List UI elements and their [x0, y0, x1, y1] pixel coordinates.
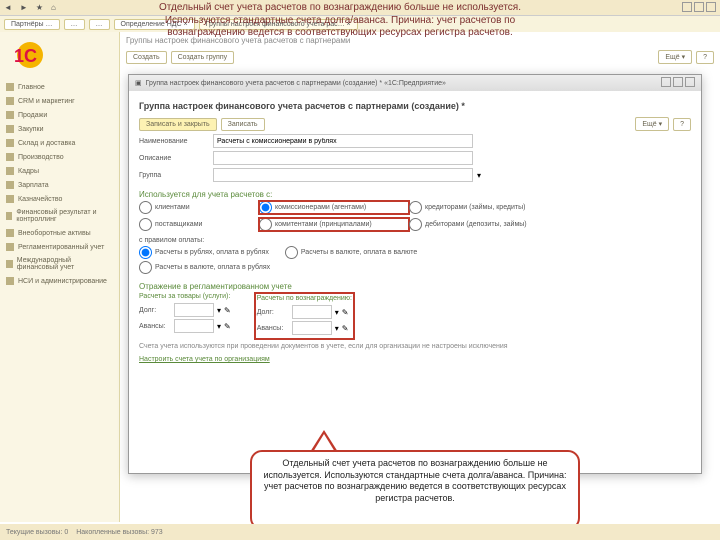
col-goods-header: Расчеты за товары (услуги): — [139, 293, 231, 300]
nav-regulated[interactable]: Регламентированный учет — [0, 240, 119, 254]
accounts-fee-col: Расчеты по вознаграждению: Долг:▾✎ Аванс… — [255, 293, 354, 339]
picker-icon[interactable]: ▾ — [217, 322, 221, 331]
history-back-icon[interactable]: ◄ — [4, 3, 12, 12]
dialog-help-button[interactable]: ? — [673, 118, 691, 131]
create-group-button[interactable]: Создать группу — [171, 51, 235, 64]
picker-icon[interactable]: ▾ — [217, 306, 221, 315]
goods-advance-input[interactable] — [174, 319, 214, 333]
open-icon[interactable]: ✎ — [224, 306, 231, 315]
name-input[interactable] — [213, 134, 473, 148]
dialog-titlebar: ▣ Группа настроек финансового учета расч… — [129, 75, 701, 91]
label-desc: Описание — [139, 155, 209, 162]
window-controls[interactable] — [680, 2, 716, 14]
nav-finresult[interactable]: Финансовый результат и контроллинг — [0, 206, 119, 226]
pay-val-rub[interactable]: Расчеты в валюте, оплата в рублях — [139, 261, 270, 274]
status-current-calls: Текущие вызовы: 0 — [6, 529, 68, 536]
create-button[interactable]: Создать — [126, 51, 167, 64]
pay-val-val[interactable]: Расчеты в валюте, оплата в валюте — [285, 246, 417, 259]
desc-input[interactable] — [213, 151, 473, 165]
nav-admin[interactable]: НСИ и администрирование — [0, 274, 119, 288]
tab-2[interactable]: … — [64, 19, 85, 30]
opt-clients[interactable]: клиентами — [139, 201, 259, 214]
svg-text:1С: 1С — [14, 46, 37, 66]
more-button[interactable]: Ещё ▾ — [658, 50, 692, 64]
group-input[interactable] — [213, 168, 473, 182]
app-icon: ▣ — [135, 79, 142, 87]
status-accum-calls: Накопленные вызовы: 973 — [76, 529, 162, 536]
history-fwd-icon[interactable]: ► — [20, 3, 28, 12]
tab-3[interactable]: … — [89, 19, 110, 30]
content-area: Группы настроек финансового учета расчет… — [120, 32, 720, 522]
link-org-accounts[interactable]: Настроить счета учета по организациям — [139, 356, 270, 363]
nav-ifrs[interactable]: Международный финансовый учет — [0, 254, 119, 274]
left-sidebar: 1С Главное CRM и маркетинг Продажи Закуп… — [0, 32, 120, 522]
nav-sales[interactable]: Продажи — [0, 108, 119, 122]
save-close-button[interactable]: Записать и закрыть — [139, 118, 217, 131]
open-icon[interactable]: ✎ — [224, 322, 231, 331]
status-bar: Текущие вызовы: 0 Накопленные вызовы: 97… — [0, 524, 720, 540]
open-icon[interactable]: ✎ — [342, 324, 349, 333]
nav-production[interactable]: Производство — [0, 150, 119, 164]
logo-1c: 1С — [6, 38, 51, 72]
section-used-for: Используется для учета расчетов с: — [139, 190, 691, 199]
slide-title-overlay: Отдельный счет учета расчетов по вознагр… — [130, 2, 550, 40]
accounts-hint: Счета учета используются при проведении … — [139, 343, 691, 350]
save-button[interactable]: Записать — [221, 118, 265, 131]
list-toolbar: Создать Создать группу Ещё ▾ ? — [126, 47, 714, 67]
accounts-goods-col: Расчеты за товары (услуги): Долг:▾✎ Аван… — [139, 293, 231, 339]
nav-purchases[interactable]: Закупки — [0, 122, 119, 136]
help-button[interactable]: ? — [696, 51, 714, 64]
label-name: Наименование — [139, 138, 209, 145]
edit-dialog: ▣ Группа настроек финансового учета расч… — [128, 74, 702, 474]
dialog-title-text: Группа настроек финансового учета расчет… — [146, 80, 446, 87]
opt-commission[interactable]: комиссионерами (агентами) — [259, 201, 409, 214]
nav-hr[interactable]: Кадры — [0, 164, 119, 178]
section-reg-acct: Отражение в регламентированном учете — [139, 282, 691, 291]
opt-principals[interactable]: комитентами (принципалами) — [259, 218, 409, 231]
opt-creditors[interactable]: кредиторами (займы, кредиты) — [409, 201, 569, 214]
group-picker-icon[interactable]: ▾ — [477, 171, 481, 180]
fee-advance-input[interactable] — [292, 321, 332, 335]
dialog-heading: Группа настроек финансового учета расчет… — [139, 101, 691, 111]
col-fee-header: Расчеты по вознаграждению: — [257, 295, 352, 302]
picker-icon[interactable]: ▾ — [335, 308, 339, 317]
opt-suppliers[interactable]: поставщиками — [139, 218, 259, 231]
nav-fixed-assets[interactable]: Внеоборотные активы — [0, 226, 119, 240]
fee-debt-input[interactable] — [292, 305, 332, 319]
nav-crm[interactable]: CRM и маркетинг — [0, 94, 119, 108]
used-for-grid: клиентами комиссионерами (агентами) кред… — [139, 201, 691, 231]
opt-debtors[interactable]: дебиторами (депозиты, займы) — [409, 218, 569, 231]
nav-salary[interactable]: Зарплата — [0, 178, 119, 192]
nav-treasury[interactable]: Казначейство — [0, 192, 119, 206]
star-icon[interactable]: ★ — [36, 3, 43, 12]
nav-warehouse[interactable]: Склад и доставка — [0, 136, 119, 150]
home-icon[interactable]: ⌂ — [51, 3, 56, 12]
dialog-more-button[interactable]: Ещё ▾ — [635, 117, 669, 131]
nav-main[interactable]: Главное — [0, 80, 119, 94]
pay-rules-label: с правилом оплаты: — [139, 237, 691, 244]
goods-debt-input[interactable] — [174, 303, 214, 317]
picker-icon[interactable]: ▾ — [335, 324, 339, 333]
tab-partners[interactable]: Партнёры … — [4, 19, 60, 30]
label-group: Группа — [139, 172, 209, 179]
callout-pointer — [310, 430, 338, 452]
dialog-window-controls[interactable] — [659, 77, 695, 89]
open-icon[interactable]: ✎ — [342, 308, 349, 317]
pay-rub-rub[interactable]: Расчеты в рублях, оплата в рублях — [139, 246, 269, 259]
annotation-callout: Отдельный счет учета расчетов по вознагр… — [250, 450, 580, 530]
